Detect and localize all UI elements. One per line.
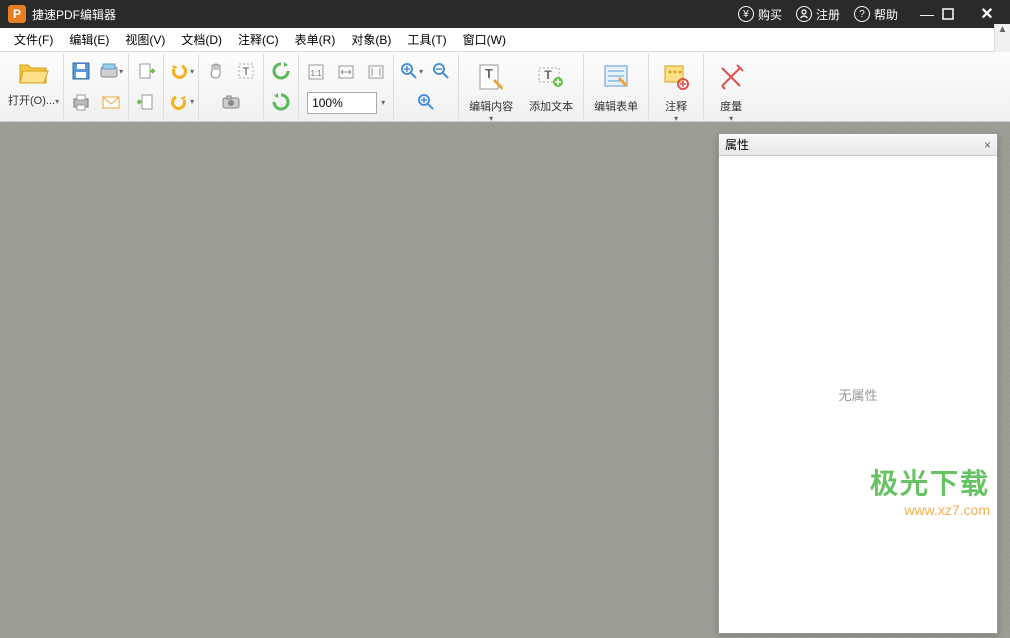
save-button[interactable]: [68, 58, 94, 84]
properties-panel-header[interactable]: 属性 ×: [719, 134, 997, 156]
measure-button[interactable]: 度量 ▾: [708, 56, 754, 127]
menu-annotate[interactable]: 注释(C): [230, 31, 287, 48]
minimize-button[interactable]: —: [912, 6, 942, 22]
edit-text-group: T 编辑内容 ▾ T 添加文本: [459, 54, 584, 119]
menu-view[interactable]: 视图(V): [117, 31, 173, 48]
actual-size-button[interactable]: 1:1: [303, 59, 329, 85]
open-group: 打开(O)...▾: [4, 54, 64, 119]
open-button[interactable]: [17, 56, 51, 90]
svg-text:T: T: [243, 66, 250, 78]
edit-content-label: 编辑内容: [469, 98, 513, 114]
yen-icon: ¥: [738, 6, 754, 22]
svg-text:T: T: [485, 66, 493, 81]
menu-form[interactable]: 表单(R): [287, 31, 344, 48]
menu-file[interactable]: 文件(F): [6, 31, 61, 48]
zoom-group: 1:1 ▾: [299, 54, 394, 119]
properties-empty-text: 无属性: [838, 385, 877, 404]
annotate-group: 注释 ▾: [649, 54, 704, 119]
text-select-button[interactable]: T: [233, 58, 259, 84]
scan-button[interactable]: ▾: [98, 58, 124, 84]
measure-group: 度量 ▾: [704, 54, 758, 119]
edit-form-label: 编辑表单: [594, 98, 638, 114]
edit-form-button[interactable]: 编辑表单: [588, 56, 644, 118]
measure-label: 度量: [720, 98, 742, 114]
close-button[interactable]: ✕: [972, 4, 1002, 24]
menu-bar: 文件(F) 编辑(E) 视图(V) 文档(D) 注释(C) 表单(R) 对象(B…: [0, 28, 1010, 52]
panel-close-icon[interactable]: ×: [984, 138, 991, 152]
redo-button[interactable]: ▾: [168, 89, 194, 115]
annotate-button[interactable]: 注释 ▾: [653, 56, 699, 127]
add-text-button[interactable]: T 添加文本: [523, 56, 579, 118]
svg-text:1:1: 1:1: [311, 69, 323, 78]
zoom-marquee-button[interactable]: [413, 89, 439, 115]
history-group: ▾ ▾: [164, 54, 199, 119]
annotate-label: 注释: [665, 98, 687, 114]
zoom-buttons-group: ▾: [394, 54, 459, 119]
zoom-in-button[interactable]: ▾: [398, 58, 424, 84]
maximize-button[interactable]: [942, 8, 972, 20]
title-bar: P 捷速PDF编辑器 ¥ 购买 注册 ? 帮助 — ✕: [0, 0, 1010, 28]
menu-object[interactable]: 对象(B): [343, 31, 399, 48]
svg-text:T: T: [544, 68, 552, 82]
properties-panel: 属性 × 无属性: [718, 133, 998, 634]
app-logo: P: [8, 5, 26, 23]
export-left-button[interactable]: [133, 58, 159, 84]
app-title: 捷速PDF编辑器: [32, 6, 116, 23]
help-button[interactable]: ? 帮助: [854, 6, 898, 23]
rotate-ccw-button[interactable]: [268, 58, 294, 84]
select-tools-group: T: [199, 54, 264, 119]
menu-tools[interactable]: 工具(T): [399, 31, 454, 48]
scroll-up-icon[interactable]: ▲: [995, 24, 1010, 40]
edit-form-group: 编辑表单: [584, 54, 649, 119]
print-button[interactable]: [68, 89, 94, 115]
open-label: 打开(O)...▾: [8, 92, 59, 108]
user-icon: [796, 6, 812, 22]
undo-button[interactable]: ▾: [168, 58, 194, 84]
register-button[interactable]: 注册: [796, 6, 840, 23]
fit-page-button[interactable]: [363, 59, 389, 85]
register-label: 注册: [816, 6, 840, 23]
export-right-button[interactable]: [133, 89, 159, 115]
rotate-group: [264, 54, 299, 119]
email-button[interactable]: [98, 89, 124, 115]
question-icon: ?: [854, 6, 870, 22]
menu-document[interactable]: 文档(D): [173, 31, 230, 48]
menu-edit[interactable]: 编辑(E): [61, 31, 117, 48]
add-text-label: 添加文本: [529, 98, 573, 114]
export-group: [129, 54, 164, 119]
zoom-out-button[interactable]: [428, 58, 454, 84]
properties-title: 属性: [725, 136, 749, 153]
buy-button[interactable]: ¥ 购买: [738, 6, 782, 23]
edit-content-button[interactable]: T 编辑内容 ▾: [463, 56, 519, 127]
hand-tool-button[interactable]: [203, 58, 229, 84]
properties-body: 无属性: [719, 156, 997, 633]
help-label: 帮助: [874, 6, 898, 23]
menu-window[interactable]: 窗口(W): [455, 31, 514, 48]
buy-label: 购买: [758, 6, 782, 23]
snapshot-button[interactable]: [218, 89, 244, 115]
rotate-cw-button[interactable]: [268, 89, 294, 115]
zoom-input[interactable]: [307, 92, 377, 114]
toolbar: 打开(O)...▾ ▾ ▾ ▾ T: [0, 52, 1010, 122]
fit-width-button[interactable]: [333, 59, 359, 85]
file-actions-group: ▾: [64, 54, 129, 119]
